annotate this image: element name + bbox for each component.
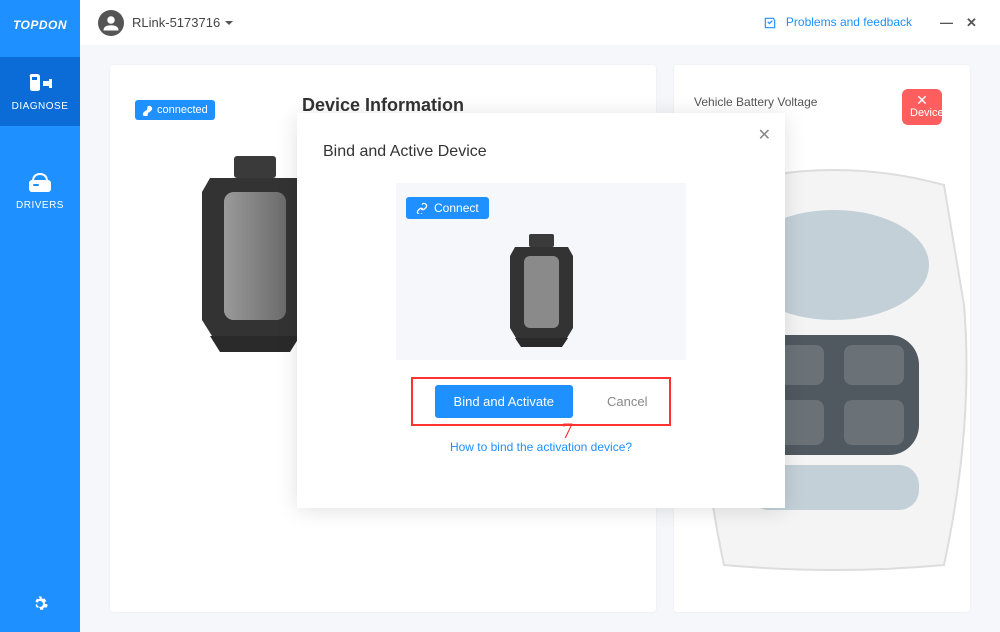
- sidebar: TOPDON DIAGNOSE DRIVERS: [0, 0, 80, 632]
- cancel-button[interactable]: Cancel: [607, 394, 647, 409]
- link-icon: [142, 105, 153, 116]
- window-minimize[interactable]: —: [940, 15, 956, 30]
- diagnose-icon: [26, 71, 54, 95]
- nav-diagnose[interactable]: DIAGNOSE: [0, 57, 80, 126]
- window-close[interactable]: ✕: [966, 15, 982, 31]
- drivers-icon: [27, 172, 53, 194]
- chevron-down-icon[interactable]: [224, 18, 234, 28]
- avatar[interactable]: [98, 10, 124, 36]
- gear-icon: [31, 595, 49, 613]
- close-icon: ✕: [910, 93, 934, 107]
- step-annotation: 7: [562, 418, 573, 444]
- nav-drivers[interactable]: DRIVERS: [0, 158, 80, 225]
- modal-button-row: Bind and Activate Cancel: [411, 377, 671, 426]
- feedback-link[interactable]: Problems and feedback: [763, 15, 912, 30]
- connected-badge: connected: [135, 100, 215, 120]
- brand-logo: TOPDON: [13, 18, 67, 32]
- topbar: RLink-5173716 Problems and feedback — ✕: [80, 0, 1000, 45]
- user-name[interactable]: RLink-5173716: [132, 15, 220, 30]
- bind-help-link[interactable]: How to bind the activation device?: [297, 440, 785, 454]
- modal-title: Bind and Active Device: [297, 113, 785, 161]
- device-close-badge[interactable]: ✕ Device: [902, 89, 942, 125]
- settings-button[interactable]: [17, 581, 63, 632]
- nav-diagnose-label: DIAGNOSE: [12, 101, 69, 112]
- bind-device-modal: ✕ Bind and Active Device Connect Bind an…: [297, 113, 785, 508]
- nav-drivers-label: DRIVERS: [16, 200, 64, 211]
- modal-connect-badge: Connect: [406, 197, 489, 219]
- modal-device-preview: Connect: [396, 183, 686, 360]
- link-icon: [416, 202, 428, 214]
- modal-close-button[interactable]: ✕: [758, 125, 771, 145]
- feedback-icon: [763, 16, 777, 30]
- bind-activate-button[interactable]: Bind and Activate: [435, 385, 573, 418]
- user-icon: [102, 14, 120, 32]
